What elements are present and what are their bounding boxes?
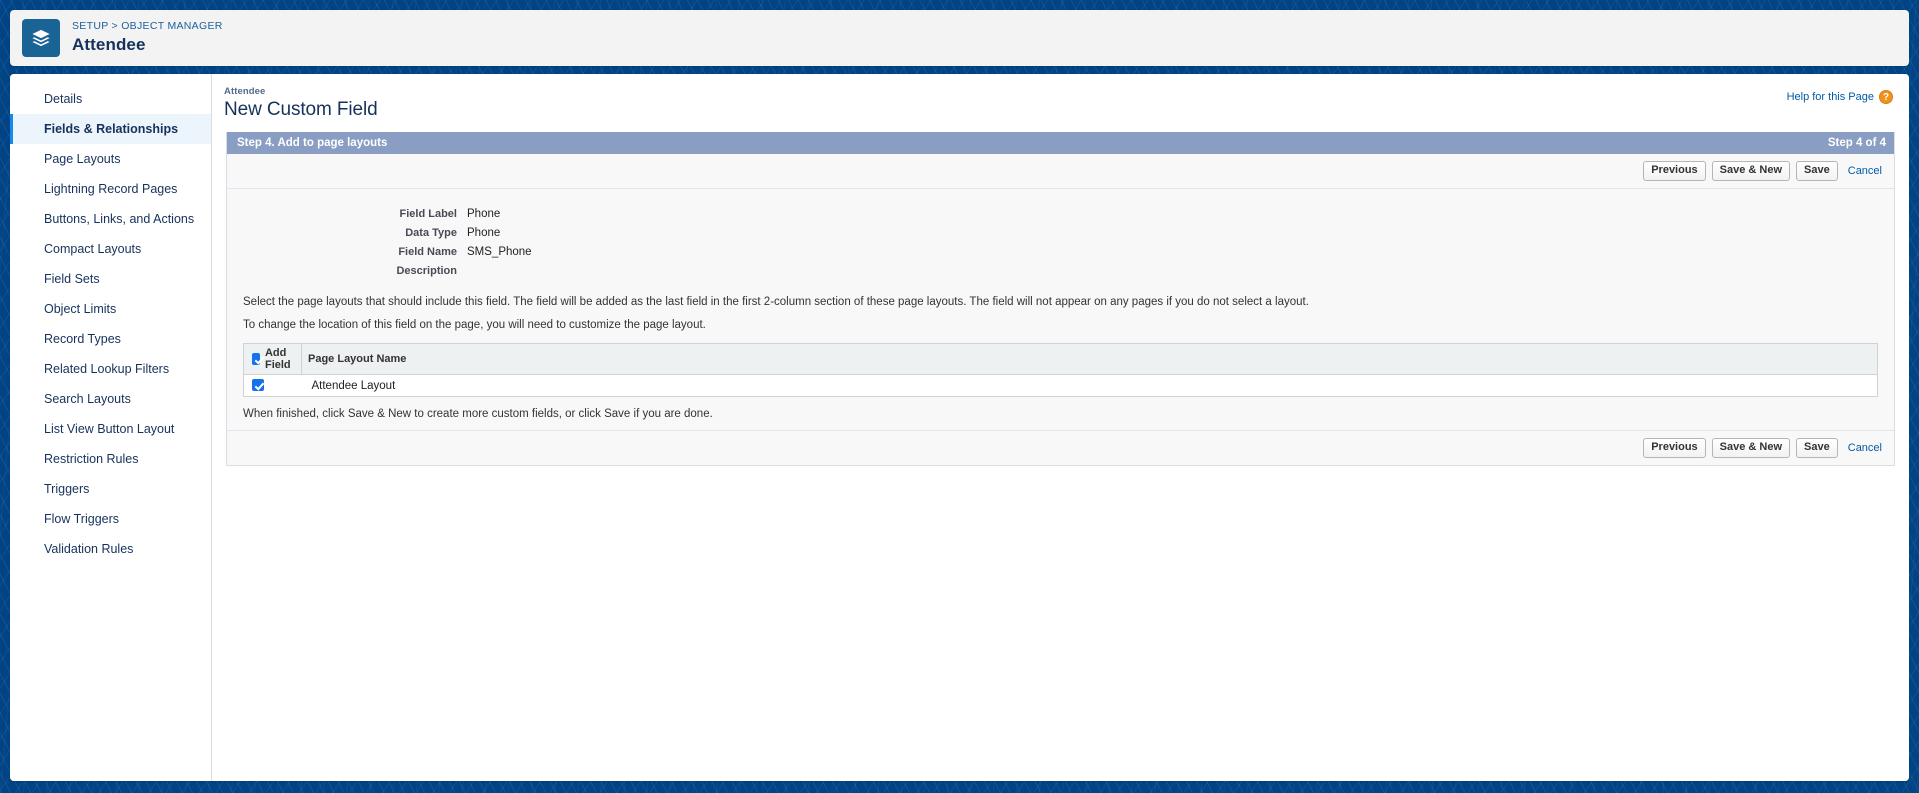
sidebar-item-lightning-record-pages[interactable]: Lightning Record Pages bbox=[10, 174, 211, 204]
sidebar-item-label: Record Types bbox=[44, 332, 121, 346]
sidebar-item-label: Flow Triggers bbox=[44, 512, 120, 526]
page-layouts-table-body: Attendee Layout bbox=[244, 375, 1878, 397]
sidebar-item-label: Fields & Relationships bbox=[44, 122, 179, 136]
cancel-link-bottom[interactable]: Cancel bbox=[1848, 442, 1882, 454]
field-summary-value: Phone bbox=[467, 227, 501, 239]
sidebar-item-details[interactable]: Details bbox=[10, 84, 211, 114]
sidebar-item-object-limits[interactable]: Object Limits bbox=[10, 294, 211, 324]
add-field-header-label: Add Field bbox=[264, 347, 291, 371]
sidebar-item-label: Object Limits bbox=[44, 302, 117, 316]
wizard-step-title: Step 4. Add to page layouts bbox=[237, 137, 388, 149]
previous-button-bottom[interactable]: Previous bbox=[1643, 438, 1706, 458]
cancel-link[interactable]: Cancel bbox=[1848, 165, 1882, 177]
sidebar-item-label: Triggers bbox=[44, 482, 90, 496]
sidebar-item-field-sets[interactable]: Field Sets bbox=[10, 264, 211, 294]
sidebar-item-search-layouts[interactable]: Search Layouts bbox=[10, 384, 211, 414]
sidebar-item-fields-relationships[interactable]: Fields & Relationships bbox=[10, 114, 211, 144]
field-summary-label: Description bbox=[396, 265, 457, 277]
field-summary-row: Data Type Phone bbox=[227, 224, 1894, 243]
wizard-step-counter: Step 4 of 4 bbox=[1827, 137, 1886, 149]
sidebar-item-label: Related Lookup Filters bbox=[44, 362, 170, 376]
wizard-button-row-top: Previous Save & New Save Cancel bbox=[227, 154, 1894, 189]
new-custom-field-wizard-panel: Step 4. Add to page layouts Step 4 of 4 … bbox=[226, 132, 1895, 466]
page-layouts-table-head: Add Field Page Layout Name bbox=[243, 343, 1878, 375]
content-title: New Custom Field bbox=[224, 99, 378, 120]
layers-stack-icon bbox=[22, 19, 60, 57]
breadcrumb-separator: > bbox=[111, 20, 118, 33]
row-add-field-cell bbox=[244, 375, 302, 397]
app-viewport: SETUP > OBJECT MANAGER Attendee Details … bbox=[0, 0, 1919, 793]
object-sidebar-nav: Details Fields & Relationships Page Layo… bbox=[10, 74, 212, 781]
sidebar-item-page-layouts[interactable]: Page Layouts bbox=[10, 144, 211, 174]
sidebar-item-label: List View Button Layout bbox=[44, 422, 175, 436]
save-button-bottom[interactable]: Save bbox=[1796, 438, 1838, 458]
help-for-this-page-link[interactable]: Help for this Page ? bbox=[1787, 90, 1893, 104]
instruction-paragraph-3: When finished, click Save & New to creat… bbox=[243, 408, 713, 420]
wizard-step-bar: Step 4. Add to page layouts Step 4 of 4 bbox=[227, 132, 1894, 154]
sidebar-item-flow-triggers[interactable]: Flow Triggers bbox=[10, 504, 211, 534]
table-row: Attendee Layout bbox=[244, 375, 1878, 397]
sidebar-item-label: Compact Layouts bbox=[44, 242, 142, 256]
sidebar-item-buttons-links-actions[interactable]: Buttons, Links, and Actions bbox=[10, 204, 211, 234]
page-layouts-table: Add Field Page Layout Name Attendee Layo… bbox=[243, 343, 1878, 397]
field-summary-label: Field Name bbox=[398, 246, 457, 258]
field-summary-label: Field Label bbox=[399, 208, 457, 220]
field-summary-value: SMS_Phone bbox=[467, 246, 532, 258]
sidebar-item-label: Field Sets bbox=[44, 272, 100, 286]
sidebar-item-triggers[interactable]: Triggers bbox=[10, 474, 211, 504]
sidebar-item-record-types[interactable]: Record Types bbox=[10, 324, 211, 354]
sidebar-item-validation-rules[interactable]: Validation Rules bbox=[10, 534, 211, 564]
sidebar-item-label: Page Layouts bbox=[44, 152, 121, 166]
page-layouts-table-wrap: Add Field Page Layout Name Attendee Layo… bbox=[227, 333, 1894, 397]
save-and-new-button[interactable]: Save & New bbox=[1711, 161, 1791, 181]
sidebar-item-label: Restriction Rules bbox=[44, 452, 139, 466]
wizard-panel-body: Field Label Phone Data Type Phone Field … bbox=[227, 189, 1894, 430]
sidebar-item-label: Validation Rules bbox=[44, 542, 134, 556]
body-card: Details Fields & Relationships Page Layo… bbox=[10, 74, 1909, 781]
field-summary-row: Field Label Phone bbox=[227, 205, 1894, 224]
field-summary-list: Field Label Phone Data Type Phone Field … bbox=[227, 199, 1894, 285]
row-page-layout-name: Attendee Layout bbox=[311, 379, 396, 392]
breadcrumb-object-manager[interactable]: OBJECT MANAGER bbox=[121, 20, 222, 33]
save-button[interactable]: Save bbox=[1796, 161, 1838, 181]
setup-header: SETUP > OBJECT MANAGER Attendee bbox=[10, 10, 1909, 66]
help-link-label: Help for this Page bbox=[1786, 91, 1874, 103]
content-eyebrow: Attendee bbox=[224, 86, 266, 97]
header-text-block: SETUP > OBJECT MANAGER Attendee bbox=[72, 21, 223, 54]
content-header: Attendee New Custom Field Help for this … bbox=[212, 74, 1909, 126]
sidebar-item-label: Buttons, Links, and Actions bbox=[44, 212, 195, 226]
select-all-checkbox[interactable] bbox=[252, 353, 260, 365]
field-summary-value: Phone bbox=[467, 208, 501, 220]
main-content: Attendee New Custom Field Help for this … bbox=[212, 74, 1909, 781]
instruction-paragraph-1: Select the page layouts that should incl… bbox=[243, 296, 1309, 308]
add-field-column-header: Add Field bbox=[243, 343, 302, 375]
page-title: Attendee bbox=[72, 34, 146, 54]
sidebar-item-related-lookup-filters[interactable]: Related Lookup Filters bbox=[10, 354, 211, 384]
sidebar-item-restriction-rules[interactable]: Restriction Rules bbox=[10, 444, 211, 474]
table-header-row: Add Field Page Layout Name bbox=[243, 343, 1878, 375]
field-summary-label: Data Type bbox=[405, 227, 457, 239]
sidebar-item-list-view-button-layout[interactable]: List View Button Layout bbox=[10, 414, 211, 444]
field-summary-row: Description bbox=[227, 262, 1894, 281]
sidebar-item-label: Search Layouts bbox=[44, 392, 131, 406]
sidebar-item-label: Lightning Record Pages bbox=[44, 182, 178, 196]
page-layout-name-column-header: Page Layout Name bbox=[301, 343, 1878, 375]
save-and-new-button-bottom[interactable]: Save & New bbox=[1711, 438, 1791, 458]
breadcrumb-setup[interactable]: SETUP bbox=[72, 20, 108, 33]
breadcrumb[interactable]: SETUP > OBJECT MANAGER bbox=[72, 21, 223, 33]
field-summary-row: Field Name SMS_Phone bbox=[227, 243, 1894, 262]
instruction-paragraph-2: To change the location of this field on … bbox=[243, 319, 706, 331]
previous-button[interactable]: Previous bbox=[1643, 161, 1706, 181]
help-question-icon: ? bbox=[1879, 90, 1893, 104]
wizard-button-row-bottom: Previous Save & New Save Cancel bbox=[227, 430, 1894, 465]
sidebar-item-compact-layouts[interactable]: Compact Layouts bbox=[10, 234, 211, 264]
sidebar-item-label: Details bbox=[44, 92, 83, 106]
add-field-row-checkbox[interactable] bbox=[252, 379, 264, 391]
